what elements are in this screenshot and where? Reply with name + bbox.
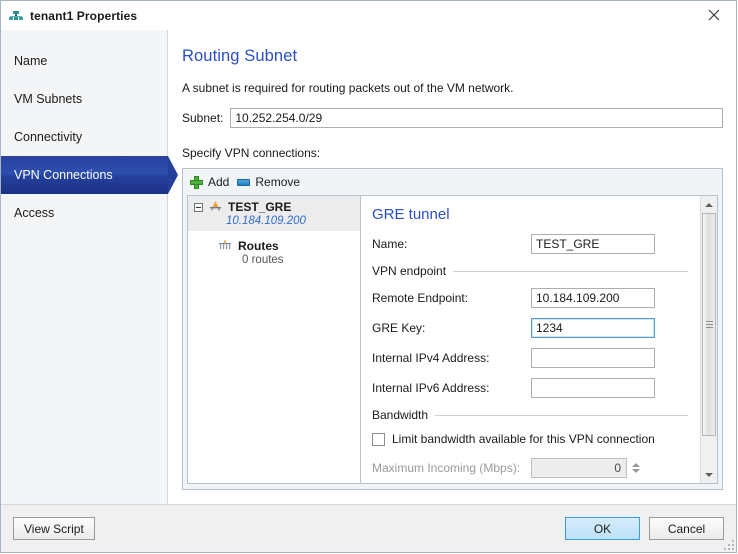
- vpn-endpoint-group-header: VPN endpoint: [372, 264, 688, 278]
- network-tenant-icon: [8, 8, 24, 24]
- detail-pane-wrap: GRE tunnel Name: VPN endpoint Remote End: [361, 195, 718, 484]
- group-divider: [453, 270, 688, 272]
- remote-endpoint-label: Remote Endpoint:: [372, 291, 469, 305]
- window-title: tenant1 Properties: [30, 8, 138, 23]
- detail-title: GRE tunnel: [372, 206, 450, 223]
- field-row-gre-key: GRE Key:: [372, 318, 688, 338]
- cancel-button[interactable]: Cancel: [649, 517, 724, 540]
- tree-node-sublabel: 0 routes: [242, 254, 284, 266]
- panel-inner: TEST_GRE 10.184.109.200 Routes 0 routes …: [187, 195, 718, 484]
- content-pane: Routing Subnet A subnet is required for …: [168, 30, 736, 504]
- resize-grip[interactable]: [722, 538, 734, 550]
- limit-bandwidth-label: Limit bandwidth available for this VPN c…: [392, 432, 655, 446]
- scrollbar-track[interactable]: [701, 213, 717, 466]
- sidebar-item-vpn-connections[interactable]: VPN Connections: [1, 156, 178, 194]
- field-row-internal-ipv6: Internal IPv6 Address:: [372, 378, 688, 398]
- bandwidth-group-header: Bandwidth: [372, 408, 688, 422]
- title-bar: tenant1 Properties: [1, 1, 736, 30]
- collapse-expander-icon[interactable]: [194, 202, 203, 212]
- scrollbar-grip: [705, 319, 713, 330]
- tree-node-label: TEST_GRE: [228, 200, 292, 214]
- field-row-remote-endpoint: Remote Endpoint:: [372, 288, 688, 308]
- limit-bandwidth-row[interactable]: Limit bandwidth available for this VPN c…: [372, 432, 688, 446]
- tree-node-routes[interactable]: Routes 0 routes: [218, 239, 360, 266]
- scrollbar-thumb[interactable]: [702, 213, 716, 436]
- minus-icon: [237, 178, 251, 186]
- sidebar-item-label: Access: [14, 206, 55, 220]
- max-incoming-input[interactable]: [531, 458, 627, 478]
- internal-ipv6-input[interactable]: [531, 378, 655, 398]
- internal-ipv6-label: Internal IPv6 Address:: [372, 381, 490, 395]
- sidebar-item-label: Connectivity: [14, 130, 83, 144]
- field-row-internal-ipv4: Internal IPv4 Address:: [372, 348, 688, 368]
- vpn-endpoint-group-label: VPN endpoint: [372, 264, 447, 278]
- ok-button[interactable]: OK: [565, 517, 640, 540]
- internal-ipv4-label: Internal IPv4 Address:: [372, 351, 490, 365]
- name-label: Name:: [372, 237, 408, 251]
- tree-node-test-gre[interactable]: TEST_GRE 10.184.109.200: [188, 196, 360, 231]
- name-input[interactable]: [531, 234, 655, 254]
- gre-tunnel-form: GRE tunnel Name: VPN endpoint Remote End: [361, 196, 700, 483]
- routes-icon: [218, 239, 232, 253]
- vpn-tunnel-icon: [209, 200, 222, 214]
- spinner-buttons[interactable]: [630, 458, 642, 478]
- add-button-label: Add: [208, 175, 230, 189]
- field-row-max-incoming: Maximum Incoming (Mbps):: [372, 458, 688, 478]
- sidebar-nav: Name VM Subnets Connectivity VPN Connect…: [1, 30, 178, 504]
- field-row-name: Name:: [372, 234, 688, 254]
- sidebar-item-connectivity[interactable]: Connectivity: [1, 118, 167, 156]
- plus-icon: [190, 175, 203, 189]
- page-description: A subnet is required for routing packets…: [182, 81, 514, 95]
- dialog-footer: View Script OK Cancel: [1, 504, 736, 552]
- specify-vpn-label: Specify VPN connections:: [182, 146, 321, 160]
- remove-button-label: Remove: [255, 175, 301, 189]
- page-title: Routing Subnet: [182, 47, 298, 65]
- max-incoming-stepper[interactable]: [531, 458, 642, 478]
- gre-key-label: GRE Key:: [372, 321, 426, 335]
- internal-ipv4-input[interactable]: [531, 348, 655, 368]
- properties-dialog: tenant1 Properties Name VM Subnets Conne…: [0, 0, 737, 553]
- add-button[interactable]: Add: [190, 172, 229, 192]
- limit-bandwidth-checkbox[interactable]: [372, 432, 385, 446]
- sidebar-item-label: VPN Connections: [14, 168, 113, 182]
- remote-endpoint-input[interactable]: [531, 288, 655, 308]
- sidebar-item-name[interactable]: Name: [1, 42, 167, 80]
- scroll-down-icon[interactable]: [701, 466, 717, 483]
- vpn-toolbar: Add Remove: [183, 169, 722, 195]
- group-divider: [435, 414, 688, 416]
- gre-key-input[interactable]: [531, 318, 655, 338]
- view-script-button[interactable]: View Script: [13, 517, 95, 540]
- dialog-body: Name VM Subnets Connectivity VPN Connect…: [1, 30, 736, 504]
- subnet-input[interactable]: [230, 108, 723, 128]
- subnet-label: Subnet:: [182, 111, 224, 125]
- remove-button[interactable]: Remove: [237, 172, 300, 192]
- scroll-up-icon[interactable]: [701, 196, 717, 213]
- bandwidth-group-label: Bandwidth: [372, 408, 429, 422]
- tree-node-label: Routes: [238, 239, 279, 253]
- sidebar-item-label: Name: [14, 54, 48, 68]
- tree-node-line: Routes: [218, 239, 360, 253]
- close-icon[interactable]: [691, 1, 736, 29]
- spinner-down-icon[interactable]: [632, 469, 640, 473]
- footer-actions: OK Cancel: [565, 517, 724, 540]
- subnet-row: Subnet:: [182, 108, 723, 128]
- tree-node-sublabel: 10.184.109.200: [226, 215, 306, 227]
- sidebar-item-vm-subnets[interactable]: VM Subnets: [1, 80, 167, 118]
- detail-scrollbar[interactable]: [700, 196, 717, 483]
- spinner-up-icon[interactable]: [632, 463, 640, 467]
- sidebar-item-access[interactable]: Access: [1, 194, 167, 232]
- tree-node-line: TEST_GRE: [194, 200, 356, 214]
- sidebar-item-label: VM Subnets: [14, 92, 83, 106]
- vpn-connections-panel: Add Remove TEST_GRE 10.184.109.200 Route…: [182, 168, 723, 490]
- max-incoming-label: Maximum Incoming (Mbps):: [372, 461, 521, 475]
- vpn-connections-tree[interactable]: TEST_GRE 10.184.109.200 Routes 0 routes: [187, 195, 361, 484]
